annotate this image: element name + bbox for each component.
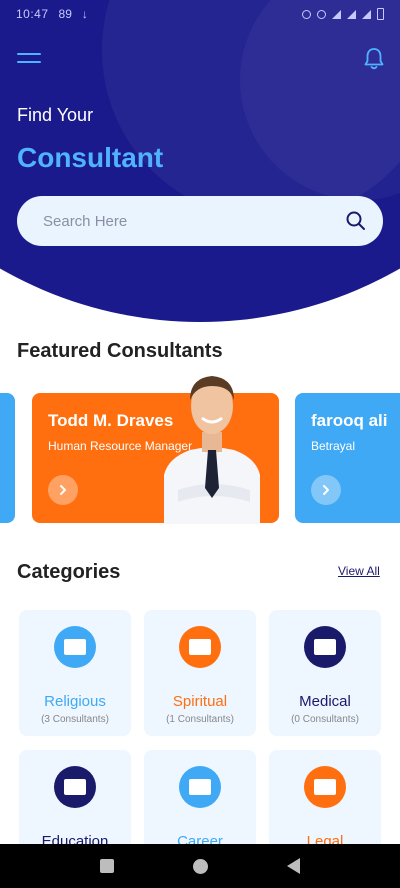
wifi-icon bbox=[332, 9, 341, 19]
category-icon bbox=[54, 766, 96, 808]
open-consultant-button[interactable] bbox=[311, 475, 341, 505]
search-icon[interactable] bbox=[345, 210, 367, 232]
category-count: (3 Consultants) bbox=[41, 714, 109, 725]
categories-heading: Categories bbox=[17, 561, 121, 583]
signal-icon bbox=[347, 9, 356, 19]
category-name: Medical bbox=[299, 693, 351, 710]
hamburger-menu-icon[interactable] bbox=[17, 50, 41, 66]
category-icon bbox=[304, 626, 346, 668]
consultant-card-partial[interactable] bbox=[0, 393, 15, 523]
category-icon bbox=[179, 626, 221, 668]
consultant-tagline: Betrayal bbox=[311, 439, 356, 453]
search-bar[interactable] bbox=[17, 196, 383, 246]
signal-icon bbox=[362, 9, 371, 19]
consultant-name: farooq ali bbox=[311, 411, 388, 430]
notification-bell-icon[interactable] bbox=[362, 46, 386, 72]
category-icon bbox=[54, 626, 96, 668]
consultant-name: Todd M. Draves bbox=[48, 411, 174, 430]
category-icon bbox=[304, 766, 346, 808]
title-consultant: Consultant bbox=[17, 142, 164, 173]
status-time: 10:47 bbox=[16, 7, 49, 21]
home-button[interactable] bbox=[192, 858, 208, 874]
search-input[interactable] bbox=[43, 212, 345, 230]
system-nav-bar bbox=[0, 844, 400, 888]
category-name: Spiritual bbox=[172, 693, 228, 710]
featured-consultants-heading: Featured Consultants bbox=[17, 340, 223, 362]
view-all-link[interactable]: View All bbox=[338, 564, 380, 578]
back-button[interactable] bbox=[287, 858, 301, 874]
recents-button[interactable] bbox=[99, 859, 114, 873]
consultant-card[interactable]: farooq ali Betrayal bbox=[295, 393, 400, 523]
category-card-spiritual[interactable]: Spiritual (1 Consultants) bbox=[144, 610, 256, 736]
alarm-icon bbox=[302, 9, 311, 19]
category-count: (1 Consultants) bbox=[166, 714, 234, 725]
status-bar: 10:47 89 ↓ bbox=[0, 0, 400, 28]
category-card-religious[interactable]: Religious (3 Consultants) bbox=[19, 610, 131, 736]
category-icon bbox=[179, 766, 221, 808]
title-find-your: Find Your bbox=[17, 105, 94, 125]
category-count: (0 Consultants) bbox=[291, 714, 359, 725]
battery-icon bbox=[377, 8, 384, 20]
category-name: Religious bbox=[44, 693, 106, 710]
header-hero: 10:47 89 ↓ Find Your Consultant bbox=[0, 0, 400, 330]
chevron-right-icon bbox=[323, 485, 329, 495]
open-consultant-button[interactable] bbox=[48, 475, 78, 505]
download-icon: ↓ bbox=[81, 7, 88, 21]
consultant-avatar bbox=[164, 376, 260, 524]
status-extra: 89 bbox=[58, 7, 72, 21]
category-card-medical[interactable]: Medical (0 Consultants) bbox=[269, 610, 381, 736]
vibrate-icon bbox=[317, 9, 326, 19]
chevron-right-icon bbox=[60, 485, 66, 495]
